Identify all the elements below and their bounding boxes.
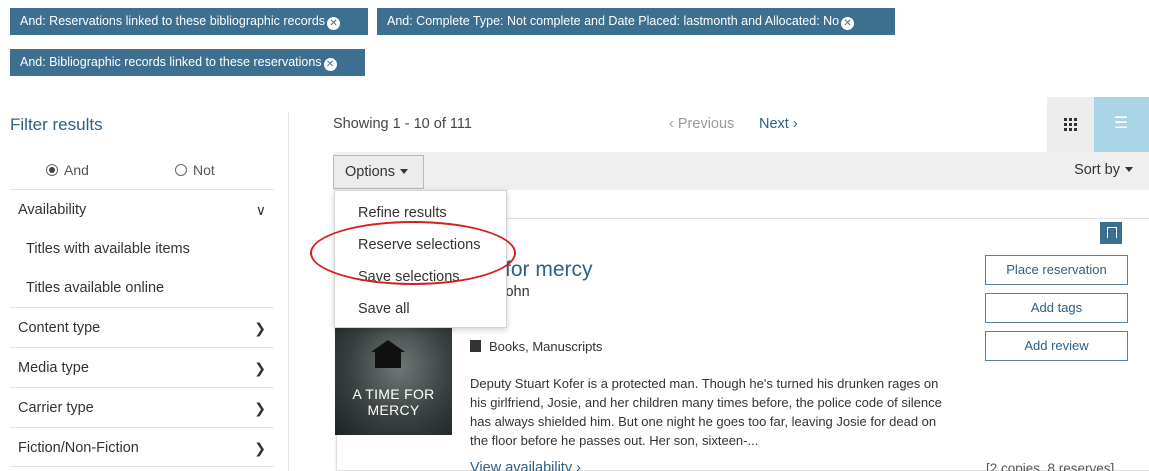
radio-unselected-icon	[175, 164, 187, 176]
and-radio[interactable]: And	[46, 162, 89, 178]
sort-by-label: Sort by	[1074, 162, 1120, 178]
results-toolbar: Options Sort by	[333, 152, 1149, 190]
filter-chip-bibliographic-records[interactable]: And: Bibliographic records linked to the…	[10, 49, 365, 76]
book-cover-image[interactable]	[335, 322, 452, 435]
chevron-right-icon: ›	[792, 116, 798, 132]
radio-selected-icon	[46, 164, 58, 176]
chevron-right-icon: ❯	[254, 400, 266, 416]
view-availability-label: View availability	[470, 460, 573, 471]
remove-chip-icon[interactable]: ✕	[327, 17, 341, 30]
menu-item-save-all[interactable]: Save all	[358, 301, 410, 317]
grid-view-button[interactable]	[1047, 97, 1094, 152]
facet-option-available-items[interactable]: Titles with available items	[26, 241, 190, 257]
not-radio-label: Not	[193, 162, 215, 178]
facet-media-type[interactable]: Media type ❯	[18, 360, 270, 376]
results-count: Showing 1 - 10 of 111	[333, 116, 472, 132]
chevron-right-icon: ❯	[254, 360, 266, 376]
divider	[10, 387, 274, 388]
facet-fiction-nonfiction[interactable]: Fiction/Non-Fiction ❯	[18, 440, 270, 456]
place-reservation-button[interactable]: Place reservation	[985, 255, 1128, 285]
list-icon: ☰	[1114, 115, 1129, 132]
bookmark-icon[interactable]	[1100, 222, 1122, 244]
facet-content-type[interactable]: Content type ❯	[18, 320, 270, 336]
divider	[10, 307, 274, 308]
facet-option-available-online[interactable]: Titles available online	[26, 280, 164, 296]
next-page-link[interactable]: Next ›	[759, 116, 798, 132]
previous-label: Previous	[677, 116, 735, 132]
chip-label: And: Reservations linked to these biblio…	[20, 14, 326, 28]
chevron-down-icon: ∨	[255, 202, 266, 218]
previous-page-link[interactable]: ‹ Previous	[669, 116, 734, 132]
cover-house-shape	[371, 340, 405, 368]
next-label: Next	[759, 116, 789, 132]
chevron-left-icon: ‹	[669, 116, 674, 132]
chip-label: And: Bibliographic records linked to the…	[20, 55, 322, 69]
divider	[10, 189, 274, 190]
and-radio-label: And	[64, 162, 89, 178]
media-type-label: Books, Manuscripts	[489, 339, 603, 354]
facet-availability[interactable]: Availability ∨	[18, 202, 270, 218]
options-dropdown-button[interactable]: Options	[333, 155, 424, 189]
divider	[10, 347, 274, 348]
remove-chip-icon[interactable]: ✕	[841, 17, 855, 30]
facet-label: Content type	[18, 320, 101, 336]
highlight-annotation-circle	[310, 221, 516, 285]
chevron-right-icon: ❯	[254, 320, 266, 336]
add-review-button[interactable]: Add review	[985, 331, 1128, 361]
add-tags-button[interactable]: Add tags	[985, 293, 1128, 323]
facet-label: Fiction/Non-Fiction	[18, 440, 139, 456]
chip-label: And: Complete Type: Not complete and Dat…	[387, 14, 840, 28]
record-summary: Deputy Stuart Kofer is a protected man. …	[470, 376, 942, 448]
not-radio[interactable]: Not	[175, 162, 215, 178]
facet-label: Availability	[18, 202, 87, 218]
caret-down-icon	[1125, 167, 1133, 172]
book-icon	[470, 340, 481, 352]
sort-by-dropdown[interactable]: Sort by	[1074, 162, 1133, 178]
list-view-button[interactable]: ☰	[1094, 97, 1149, 152]
options-label: Options	[345, 164, 395, 180]
view-availability-link[interactable]: View availability ›	[470, 460, 581, 471]
facet-label: Media type	[18, 360, 89, 376]
media-type-row: Books, Manuscripts	[470, 339, 602, 354]
filter-chip-reservations-linked[interactable]: And: Reservations linked to these biblio…	[10, 8, 368, 35]
chevron-right-icon: ›	[576, 460, 581, 471]
menu-item-refine-results[interactable]: Refine results	[358, 205, 447, 221]
chevron-right-icon: ❯	[254, 440, 266, 456]
copies-count: [2 copies, 8 reserves]	[986, 461, 1115, 471]
caret-down-icon	[399, 169, 408, 174]
remove-chip-icon[interactable]: ✕	[323, 58, 337, 71]
filter-results-title: Filter results	[10, 115, 103, 134]
grid-icon	[1064, 118, 1077, 131]
facet-carrier-type[interactable]: Carrier type ❯	[18, 400, 270, 416]
column-divider	[288, 112, 289, 471]
filter-chip-complete-type[interactable]: And: Complete Type: Not complete and Dat…	[377, 8, 895, 35]
divider	[10, 427, 274, 428]
cover-title-text: A TIME FOR MERCY	[352, 386, 435, 418]
divider	[10, 466, 274, 467]
facet-label: Carrier type	[18, 400, 94, 416]
